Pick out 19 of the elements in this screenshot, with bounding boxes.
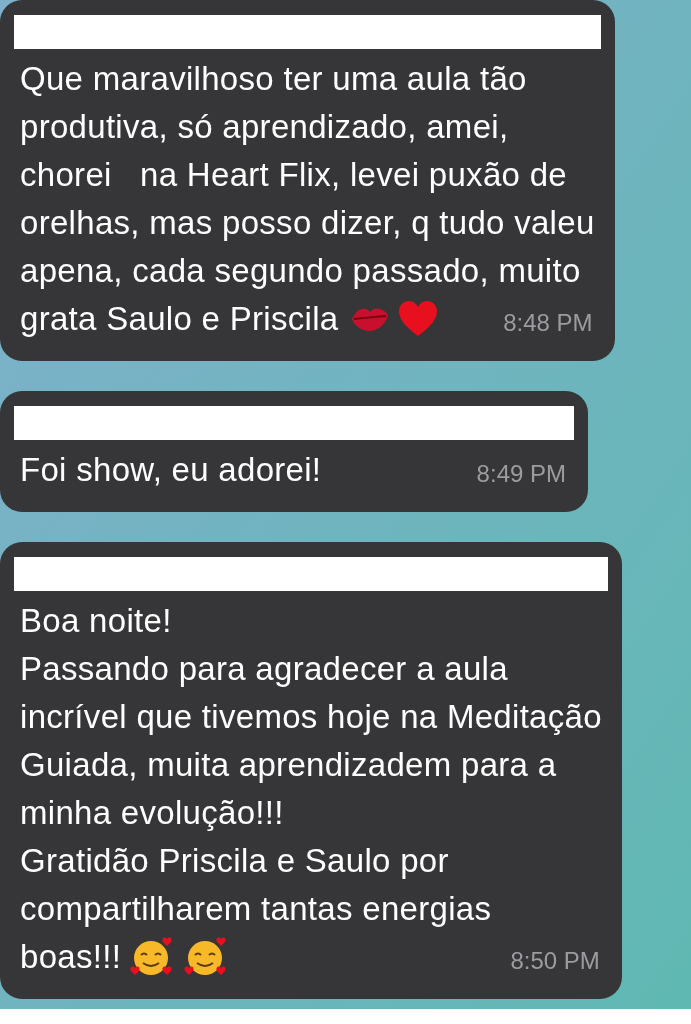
message-line: orelhas, mas posso dizer, q tudo valeu [20, 203, 595, 243]
message-line: Boa noite! [20, 601, 172, 641]
message-line: minha evolução!!! [20, 793, 284, 833]
message-line: incrível que tivemos hoje na Meditação [20, 697, 602, 737]
message-time: 8:48 PM [503, 308, 593, 338]
message-line: Passando para agradecer a aula [20, 649, 508, 689]
message-line: Que maravilhoso ter uma aula tão [20, 59, 527, 99]
message-line: apena, cada segundo passado, muito [20, 251, 581, 291]
message-line: Foi show, eu adorei! [20, 450, 322, 490]
heart-icon [398, 300, 439, 338]
message-time: 8:50 PM [510, 946, 600, 976]
message-line: grata Saulo e Priscila [20, 299, 339, 339]
message-line: produtiva, só aprendizado, amei, [20, 107, 509, 147]
message-line: Guiada, muita aprendizadem para a [20, 745, 557, 785]
message-time: 8:49 PM [476, 459, 566, 489]
message-line: chorei na Heart Flix, levei puxão de [20, 155, 567, 195]
message-line: boas!!! [20, 937, 122, 977]
message-line: Gratidão Priscila e Saulo por [20, 841, 449, 881]
message-line: compartilharem tantas energias [20, 889, 492, 929]
